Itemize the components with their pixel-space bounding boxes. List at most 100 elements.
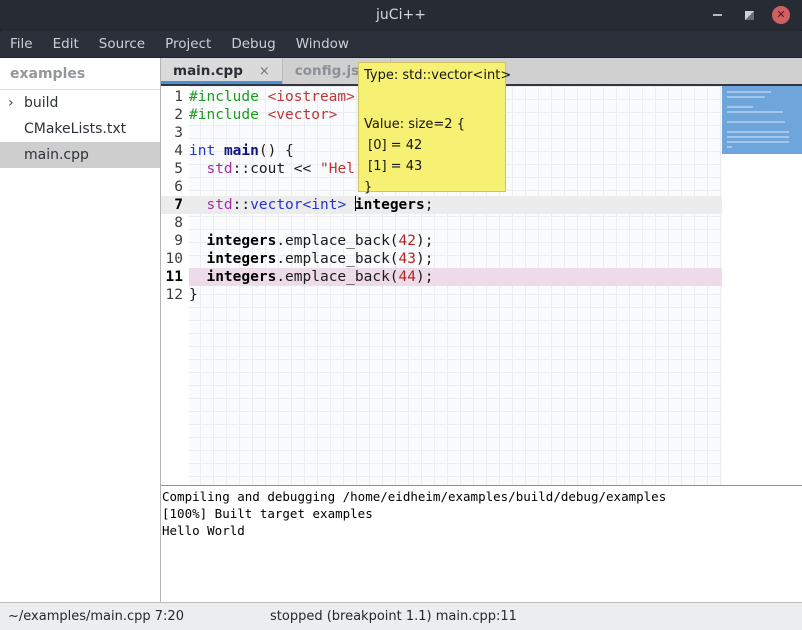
tooltip-line: Type: std::vector<int> [364, 65, 500, 86]
minimap-line-dash [727, 106, 753, 108]
code-token: "Hel [320, 161, 355, 177]
minimap[interactable] [722, 86, 802, 485]
output-console[interactable]: Compiling and debugging /home/eidheim/ex… [161, 485, 802, 602]
code-line-text[interactable]: std::vector<int> integers; [189, 196, 722, 214]
tab-close-icon[interactable]: × [259, 64, 270, 79]
code-line-text[interactable]: } [189, 286, 722, 304]
line-number[interactable]: 1 [161, 88, 183, 106]
status-file-position: ~/examples/main.cpp 7:20 [8, 603, 184, 630]
sidebar-item-main-cpp[interactable]: main.cpp [0, 142, 160, 168]
code-line-text[interactable]: integers.emplace_back(42); [189, 232, 722, 250]
minimap-line-dash [727, 121, 785, 123]
code-line-10[interactable]: 10 integers.emplace_back(43); [161, 250, 722, 268]
code-token [259, 89, 268, 105]
tooltip-line: Value: size=2 { [364, 114, 500, 135]
minimap-viewport[interactable] [722, 86, 802, 154]
code-line-11[interactable]: 11 integers.emplace_back(44); [161, 268, 722, 286]
code-token: .emplace_back( [276, 269, 398, 285]
tooltip-line: [1] = 43 [364, 156, 500, 177]
code-line-text[interactable] [189, 214, 722, 232]
code-token: #include [189, 89, 259, 105]
menu-bar: FileEditSourceProjectDebugWindow [0, 31, 802, 58]
code-token: .emplace_back( [276, 251, 398, 267]
code-token: ); [416, 251, 433, 267]
code-token: ); [416, 233, 433, 249]
line-number[interactable]: 2 [161, 106, 183, 124]
minimap-line [727, 146, 802, 151]
code-line-9[interactable]: 9 integers.emplace_back(42); [161, 232, 722, 250]
code-token: ::cout << [233, 161, 320, 177]
minimap-line-dash [727, 111, 783, 113]
code-token: integers [206, 269, 276, 285]
code-token: () { [259, 143, 294, 159]
tooltip-line [364, 86, 500, 114]
code-token [189, 251, 206, 267]
sidebar-item-cmakelists-txt[interactable]: CMakeLists.txt [0, 116, 160, 142]
status-debug-state: stopped (breakpoint 1.1) main.cpp:11 [270, 603, 517, 630]
sidebar-item-label: main.cpp [24, 147, 89, 163]
maximize-icon [745, 11, 754, 20]
code-token [189, 269, 206, 285]
line-number[interactable]: 5 [161, 160, 183, 178]
status-bar: ~/examples/main.cpp 7:20 stopped (breakp… [0, 602, 802, 630]
menu-item-file[interactable]: File [0, 31, 43, 57]
line-number[interactable]: 6 [161, 178, 183, 196]
title-bar[interactable]: juCi++ ✕ [0, 0, 802, 30]
menu-item-debug[interactable]: Debug [221, 31, 285, 57]
minimap-line-dash [727, 96, 765, 98]
sidebar-item-label: CMakeLists.txt [24, 121, 126, 137]
code-token: #include [189, 107, 259, 123]
output-line: Hello World [162, 522, 802, 539]
code-token: 42 [399, 233, 416, 249]
code-token [259, 107, 268, 123]
code-token [189, 161, 206, 177]
code-token: } [189, 287, 198, 303]
line-number[interactable]: 9 [161, 232, 183, 250]
code-token: integers [355, 197, 425, 213]
line-number[interactable]: 10 [161, 250, 183, 268]
minimap-line-dash [727, 146, 732, 148]
minimap-line-dash [727, 131, 789, 133]
code-token: 43 [399, 251, 416, 267]
menu-item-source[interactable]: Source [89, 31, 155, 57]
menu-item-edit[interactable]: Edit [43, 31, 89, 57]
close-button[interactable]: ✕ [768, 0, 794, 30]
code-token: 44 [399, 269, 416, 285]
chevron-right-icon: › [8, 95, 24, 111]
code-token [215, 143, 224, 159]
sidebar-item-label: build [24, 95, 58, 111]
code-token: std [206, 161, 232, 177]
code-token: ); [416, 269, 433, 285]
code-line-7[interactable]: 7 std::vector<int> integers; [161, 196, 722, 214]
code-token: ; [425, 197, 434, 213]
output-line: [100%] Built target examples [162, 505, 802, 522]
line-number[interactable]: 4 [161, 142, 183, 160]
code-token: integers [206, 233, 276, 249]
code-line-text[interactable]: integers.emplace_back(44); [189, 268, 722, 286]
code-token: :: [233, 197, 250, 213]
line-number[interactable]: 12 [161, 286, 183, 304]
line-number[interactable]: 7 [161, 196, 183, 214]
menu-item-project[interactable]: Project [155, 31, 221, 57]
sidebar-item-build[interactable]: ›build [0, 90, 160, 116]
code-token [189, 233, 206, 249]
line-number[interactable]: 8 [161, 214, 183, 232]
project-name-header: examples [0, 58, 160, 90]
maximize-button[interactable] [736, 0, 762, 30]
code-token: int [189, 143, 215, 159]
line-number[interactable]: 11 [161, 268, 183, 286]
code-token: vector<int> [250, 197, 346, 213]
code-line-12[interactable]: 12} [161, 286, 722, 304]
app-window: juCi++ ✕ FileEditSourceProjectDebugWindo… [0, 0, 802, 630]
code-token [346, 197, 355, 213]
code-line-text[interactable]: integers.emplace_back(43); [189, 250, 722, 268]
code-token: integers [206, 251, 276, 267]
code-token: .emplace_back( [276, 233, 398, 249]
tab-main-cpp[interactable]: main.cpp× [161, 58, 283, 84]
code-token: <iostream> [268, 89, 355, 105]
line-number[interactable]: 3 [161, 124, 183, 142]
output-line: Compiling and debugging /home/eidheim/ex… [162, 488, 802, 505]
code-line-8[interactable]: 8 [161, 214, 722, 232]
menu-item-window[interactable]: Window [286, 31, 359, 57]
minimize-button[interactable] [704, 0, 730, 30]
